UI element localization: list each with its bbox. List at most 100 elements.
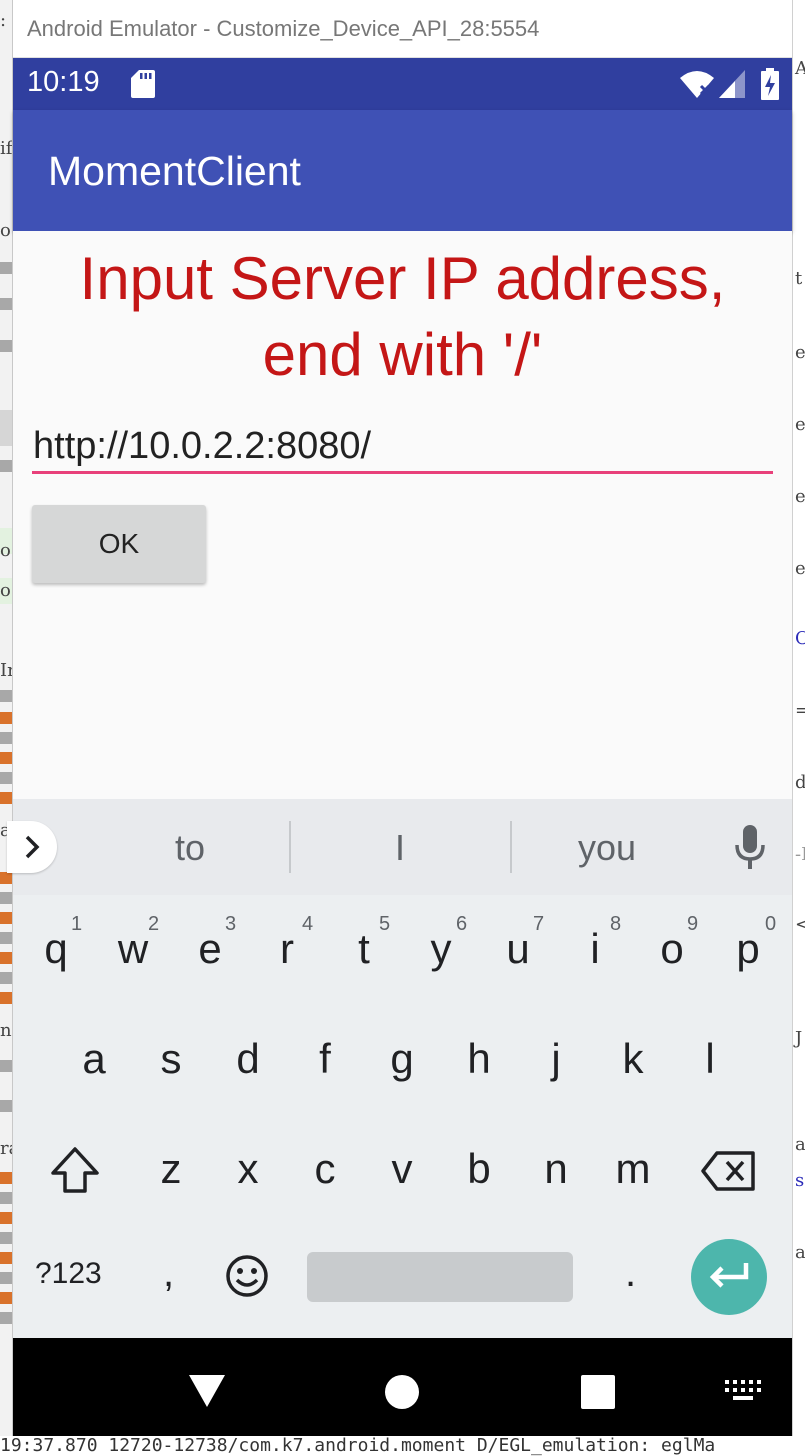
ide-fragment: e: [795, 414, 805, 435]
key-v[interactable]: v: [367, 1119, 437, 1219]
ide-gutter-icon: [0, 892, 12, 904]
period-key[interactable]: .: [625, 1251, 636, 1296]
ide-fragment: o: [0, 220, 11, 241]
key-j[interactable]: j: [521, 1009, 591, 1109]
app-bar: MomentClient: [13, 110, 792, 231]
ide-gutter-icon: [0, 952, 12, 964]
key-c[interactable]: c: [290, 1119, 360, 1219]
key-l[interactable]: l: [675, 1009, 745, 1109]
key-g[interactable]: g: [367, 1009, 437, 1109]
key-z[interactable]: z: [136, 1119, 206, 1219]
ide-gutter-icon: [0, 1312, 12, 1324]
nav-home-icon[interactable]: [385, 1375, 419, 1409]
app-title: MomentClient: [48, 148, 301, 194]
input-underline: [32, 471, 773, 474]
comma-key[interactable]: ,: [163, 1251, 174, 1296]
ide-fragment: d: [795, 772, 805, 793]
main-content: Input Server IP address, end with '/' OK: [13, 231, 792, 799]
space-bar[interactable]: [307, 1252, 573, 1302]
nav-recents-icon[interactable]: [581, 1375, 615, 1409]
instruction-line-2: end with '/': [262, 321, 543, 388]
key-hint: 1: [71, 913, 83, 935]
ide-fragment: J: [795, 1028, 803, 1049]
sd-card-icon: [131, 70, 155, 98]
ide-fragment: Ir: [0, 660, 12, 681]
key-hint: 6: [456, 913, 468, 935]
ide-gutter-icon: [0, 752, 12, 764]
ide-fragment: e: [795, 486, 805, 507]
key-a[interactable]: a: [59, 1009, 129, 1109]
key-hint: 9: [687, 913, 699, 935]
backspace-icon[interactable]: [701, 1149, 757, 1193]
server-ip-input[interactable]: [33, 417, 773, 475]
ide-fragment: t: [795, 268, 803, 289]
emulator-title-bar[interactable]: Android Emulator - Customize_Device_API_…: [13, 0, 792, 58]
key-n[interactable]: n: [521, 1119, 591, 1219]
ok-button[interactable]: OK: [32, 505, 206, 583]
key-hint: 2: [148, 913, 160, 935]
ide-gutter-icon: [0, 340, 12, 352]
ide-fragment: n: [0, 1020, 12, 1041]
screen: : if o o o Ir ay n ra: [0, 0, 805, 1456]
shift-icon[interactable]: [49, 1145, 101, 1197]
key-d[interactable]: d: [213, 1009, 283, 1109]
ide-gutter-icon: [0, 972, 12, 984]
ide-fragment: se: [795, 1170, 805, 1191]
ide-right-panel: Ac t e e e e O = d -I < J a se a: [792, 0, 805, 1456]
status-time: 10:19: [27, 66, 100, 98]
ide-gutter-icon: [0, 712, 12, 724]
soft-keyboard: to I you q 1 w 2 e 3 r 4 t 5 y 6 u 7 i 8…: [7, 799, 792, 1338]
instruction-line-1: Input Server IP address,: [79, 245, 726, 312]
ide-gutter-icon: [0, 262, 12, 274]
key-hint: 8: [610, 913, 622, 935]
ide-fragment: -I: [795, 844, 805, 865]
emulator-title: Android Emulator - Customize_Device_API_…: [27, 16, 540, 41]
key-h[interactable]: h: [444, 1009, 514, 1109]
chevron-right-icon: [25, 835, 40, 859]
key-m[interactable]: m: [598, 1119, 668, 1219]
ide-gutter-icon: [0, 1292, 12, 1304]
key-hint: 4: [302, 913, 314, 935]
key-hint: 3: [225, 913, 237, 935]
key-x[interactable]: x: [213, 1119, 283, 1219]
keyboard-switch-icon[interactable]: [725, 1380, 761, 1404]
suggestion-to[interactable]: to: [150, 827, 230, 869]
ide-gutter-icon: [0, 992, 12, 1004]
enter-icon: [709, 1263, 749, 1288]
ide-fragment: O: [795, 628, 805, 649]
key-hint: 0: [765, 913, 777, 935]
ide-gutter-icon: [0, 772, 12, 784]
wifi-icon: [680, 71, 714, 98]
suggestion-i[interactable]: I: [360, 827, 440, 869]
key-f[interactable]: f: [290, 1009, 360, 1109]
ide-gutter-icon: [0, 1252, 12, 1264]
nav-back-icon[interactable]: [187, 1373, 227, 1409]
suggestion-divider: [289, 821, 291, 873]
ide-fragment: if: [0, 138, 13, 159]
ide-gutter-icon: [0, 460, 12, 472]
status-bar: 10:19: [13, 58, 792, 110]
ide-fragment: e: [795, 558, 805, 579]
emoji-icon[interactable]: [225, 1254, 269, 1298]
expand-suggestions-button[interactable]: [7, 821, 57, 873]
ide-fragment: <: [795, 914, 805, 935]
emulator-window: Android Emulator - Customize_Device_API_…: [7, 0, 792, 1436]
ide-log-line: 19:37.870 12720-12738/com.k7.android.mom…: [0, 1436, 805, 1456]
signal-icon: [719, 70, 745, 98]
key-b[interactable]: b: [444, 1119, 514, 1219]
enter-button[interactable]: [691, 1239, 767, 1315]
ide-gutter-icon: [0, 298, 12, 310]
ide-left-panel: : if o o o Ir ay n ra: [0, 0, 13, 1456]
ide-fragment: o: [0, 580, 11, 601]
microphone-icon[interactable]: [733, 825, 767, 871]
suggestion-you[interactable]: you: [567, 827, 647, 869]
ide-gutter-icon: [0, 1272, 12, 1284]
ide-gutter-icon: [0, 1060, 12, 1072]
key-hint: 7: [533, 913, 545, 935]
symbols-key[interactable]: ?123: [35, 1257, 102, 1291]
ide-fragment: =: [795, 700, 805, 721]
ide-gutter-icon: [0, 792, 12, 804]
key-s[interactable]: s: [136, 1009, 206, 1109]
key-k[interactable]: k: [598, 1009, 668, 1109]
navigation-bar: [13, 1338, 792, 1436]
